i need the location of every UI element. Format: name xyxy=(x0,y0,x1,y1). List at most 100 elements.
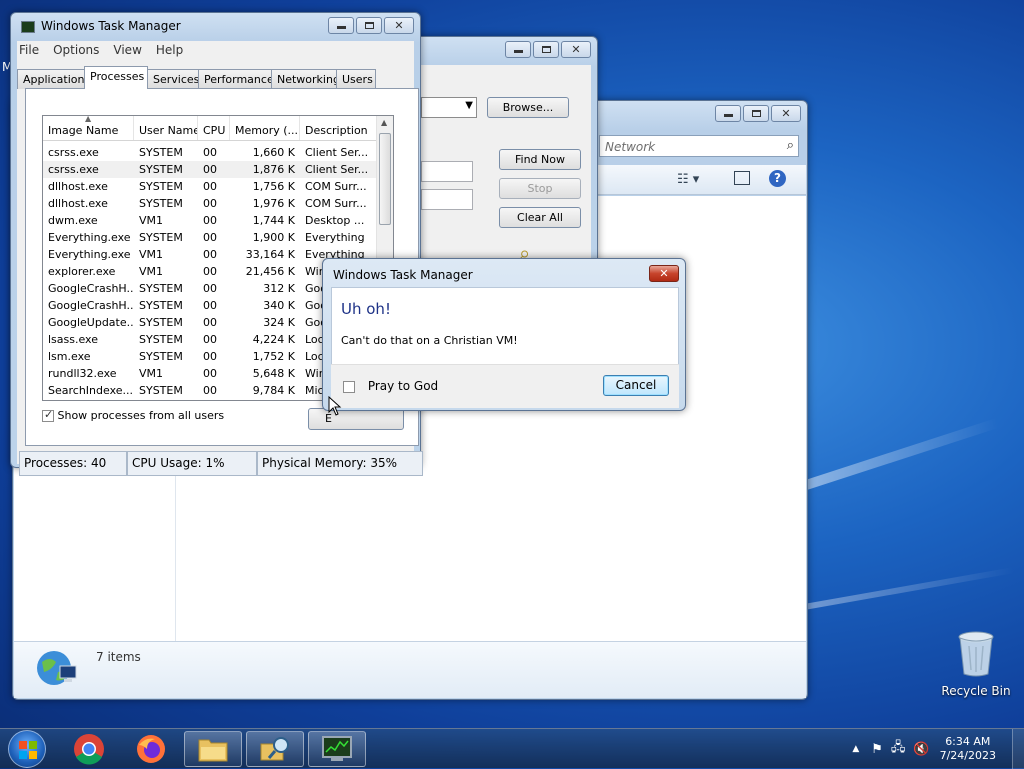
tab-performance[interactable]: Performance xyxy=(198,69,274,89)
process-cell: 1,744 K xyxy=(252,214,295,227)
menu-file[interactable]: File xyxy=(19,43,39,57)
tab-networking[interactable]: Networking xyxy=(271,69,340,89)
search-minimize-button[interactable] xyxy=(505,41,531,58)
stop-button[interactable]: Stop xyxy=(499,178,581,199)
error-dialog[interactable]: Windows Task Manager ✕ Uh oh! Can't do t… xyxy=(322,258,686,411)
col-description[interactable]: Description xyxy=(300,116,378,140)
maximize-icon xyxy=(541,46,551,53)
taskbar-firefox[interactable] xyxy=(122,731,180,767)
tab-applications[interactable]: Applications xyxy=(17,69,90,89)
tab-users[interactable]: Users xyxy=(336,69,376,89)
process-cell: 1,900 K xyxy=(252,231,295,244)
explorer-minimize-button[interactable] xyxy=(715,105,741,122)
process-row[interactable]: Everything.exe SYSTEM 00 1,900 K Everything xyxy=(43,229,378,246)
menu-options[interactable]: Options xyxy=(53,43,99,57)
explorer-search-box[interactable]: Network ⌕ xyxy=(599,135,799,157)
end-process-button[interactable]: E xyxy=(308,408,404,430)
process-cell: dwm.exe xyxy=(48,214,98,227)
process-cell: 1,976 K xyxy=(252,197,295,210)
dialog-close-button[interactable]: ✕ xyxy=(649,265,679,282)
tm-maximize-button[interactable] xyxy=(356,17,382,34)
minimize-icon xyxy=(336,26,346,29)
chrome-icon xyxy=(74,734,104,765)
cancel-button[interactable]: Cancel xyxy=(603,375,669,396)
start-button[interactable] xyxy=(8,730,46,768)
dialog-footer: Pray to God Cancel xyxy=(331,364,679,408)
process-cell: 00 xyxy=(203,180,217,193)
process-cell: 00 xyxy=(203,231,217,244)
process-row[interactable]: dllhost.exe SYSTEM 00 1,976 K COM Surr... xyxy=(43,195,378,212)
process-cell: 9,784 K xyxy=(252,384,295,397)
process-cell: dllhost.exe xyxy=(48,197,108,210)
process-cell: SYSTEM xyxy=(139,180,183,193)
view-options-icon[interactable]: ☷ ▾ xyxy=(677,172,699,187)
process-cell: lsass.exe xyxy=(48,333,98,346)
process-cell: Client Ser... xyxy=(305,163,369,176)
clock[interactable]: 6:34 AM 7/24/2023 xyxy=(940,735,996,763)
taskbar-task-manager[interactable] xyxy=(308,731,366,767)
tm-close-button[interactable]: ✕ xyxy=(384,17,414,34)
explorer-close-button[interactable]: ✕ xyxy=(771,105,801,122)
tm-tabs: Applications Processes Services Performa… xyxy=(17,66,376,89)
col-user-name[interactable]: User Name xyxy=(134,116,198,140)
taskbar-chrome[interactable] xyxy=(60,731,118,767)
explorer-maximize-button[interactable] xyxy=(743,105,769,122)
preview-pane-icon[interactable] xyxy=(734,171,750,185)
menu-help[interactable]: Help xyxy=(156,43,183,57)
process-cell: SYSTEM xyxy=(139,282,183,295)
search-close-button[interactable]: ✕ xyxy=(561,41,591,58)
process-row[interactable]: dwm.exe VM1 00 1,744 K Desktop ... xyxy=(43,212,378,229)
tab-services[interactable]: Services xyxy=(147,69,199,89)
task-manager-taskbar-icon xyxy=(322,736,352,761)
tray-overflow-icon[interactable]: ▲ xyxy=(852,744,859,754)
process-cell: VM1 xyxy=(139,248,164,261)
taskbar-search[interactable] xyxy=(246,731,304,767)
process-row[interactable]: csrss.exe SYSTEM 00 1,876 K Client Ser... xyxy=(43,161,378,178)
process-cell: GoogleCrashH... xyxy=(48,299,134,312)
process-cell: 00 xyxy=(203,248,217,261)
col-cpu[interactable]: CPU xyxy=(198,116,230,140)
browse-button[interactable]: Browse... xyxy=(487,97,569,118)
process-cell: Everything.exe xyxy=(48,231,131,244)
menu-view[interactable]: View xyxy=(113,43,141,57)
process-cell: explorer.exe xyxy=(48,265,116,278)
scrollbar-thumb[interactable] xyxy=(379,133,391,225)
checkbox-unchecked-icon xyxy=(343,380,355,393)
close-icon: ✕ xyxy=(571,43,581,56)
search-maximize-button[interactable] xyxy=(533,41,559,58)
find-now-button[interactable]: Find Now xyxy=(499,149,581,170)
process-cell: 00 xyxy=(203,384,217,397)
process-cell: 5,648 K xyxy=(252,367,295,380)
show-desktop-button[interactable] xyxy=(1012,729,1024,769)
process-cell: Desktop ... xyxy=(305,214,365,227)
process-cell: 00 xyxy=(203,299,217,312)
explorer-details-pane: 7 items xyxy=(14,641,806,698)
process-cell: VM1 xyxy=(139,265,164,278)
search-field-1[interactable] xyxy=(421,161,473,182)
process-cell: 00 xyxy=(203,146,217,159)
taskbar-explorer[interactable] xyxy=(184,731,242,767)
pray-checkbox[interactable]: Pray to God xyxy=(343,379,438,393)
clock-time: 6:34 AM xyxy=(945,735,991,748)
folder-icon xyxy=(198,739,228,762)
process-cell: csrss.exe xyxy=(48,146,99,159)
process-row[interactable]: dllhost.exe SYSTEM 00 1,756 K COM Surr... xyxy=(43,178,378,195)
process-row[interactable]: csrss.exe SYSTEM 00 1,660 K Client Ser... xyxy=(43,144,378,161)
recycle-bin[interactable]: Recycle Bin xyxy=(940,628,1012,700)
sort-arrow-icon: ▲ xyxy=(85,115,92,123)
process-cell: Everything.exe xyxy=(48,248,131,261)
show-all-users-label: Show processes from all users xyxy=(57,409,225,422)
look-in-dropdown[interactable]: ▼ xyxy=(421,97,477,118)
tab-processes[interactable]: Processes xyxy=(84,66,148,89)
search-magnifier-icon xyxy=(260,737,289,761)
col-memory[interactable]: Memory (... xyxy=(230,116,300,140)
show-all-users-checkbox[interactable]: Show processes from all users xyxy=(42,408,225,422)
clear-all-button[interactable]: Clear All xyxy=(499,207,581,228)
process-cell: dllhost.exe xyxy=(48,180,108,193)
search-field-2[interactable] xyxy=(421,189,473,210)
volume-muted-icon[interactable]: 🔇 xyxy=(913,742,929,757)
help-icon[interactable]: ? xyxy=(769,170,786,187)
action-center-icon[interactable]: ⚑ xyxy=(871,742,883,757)
tm-minimize-button[interactable] xyxy=(328,17,354,34)
network-status-icon[interactable]: 🖧 xyxy=(891,738,906,760)
